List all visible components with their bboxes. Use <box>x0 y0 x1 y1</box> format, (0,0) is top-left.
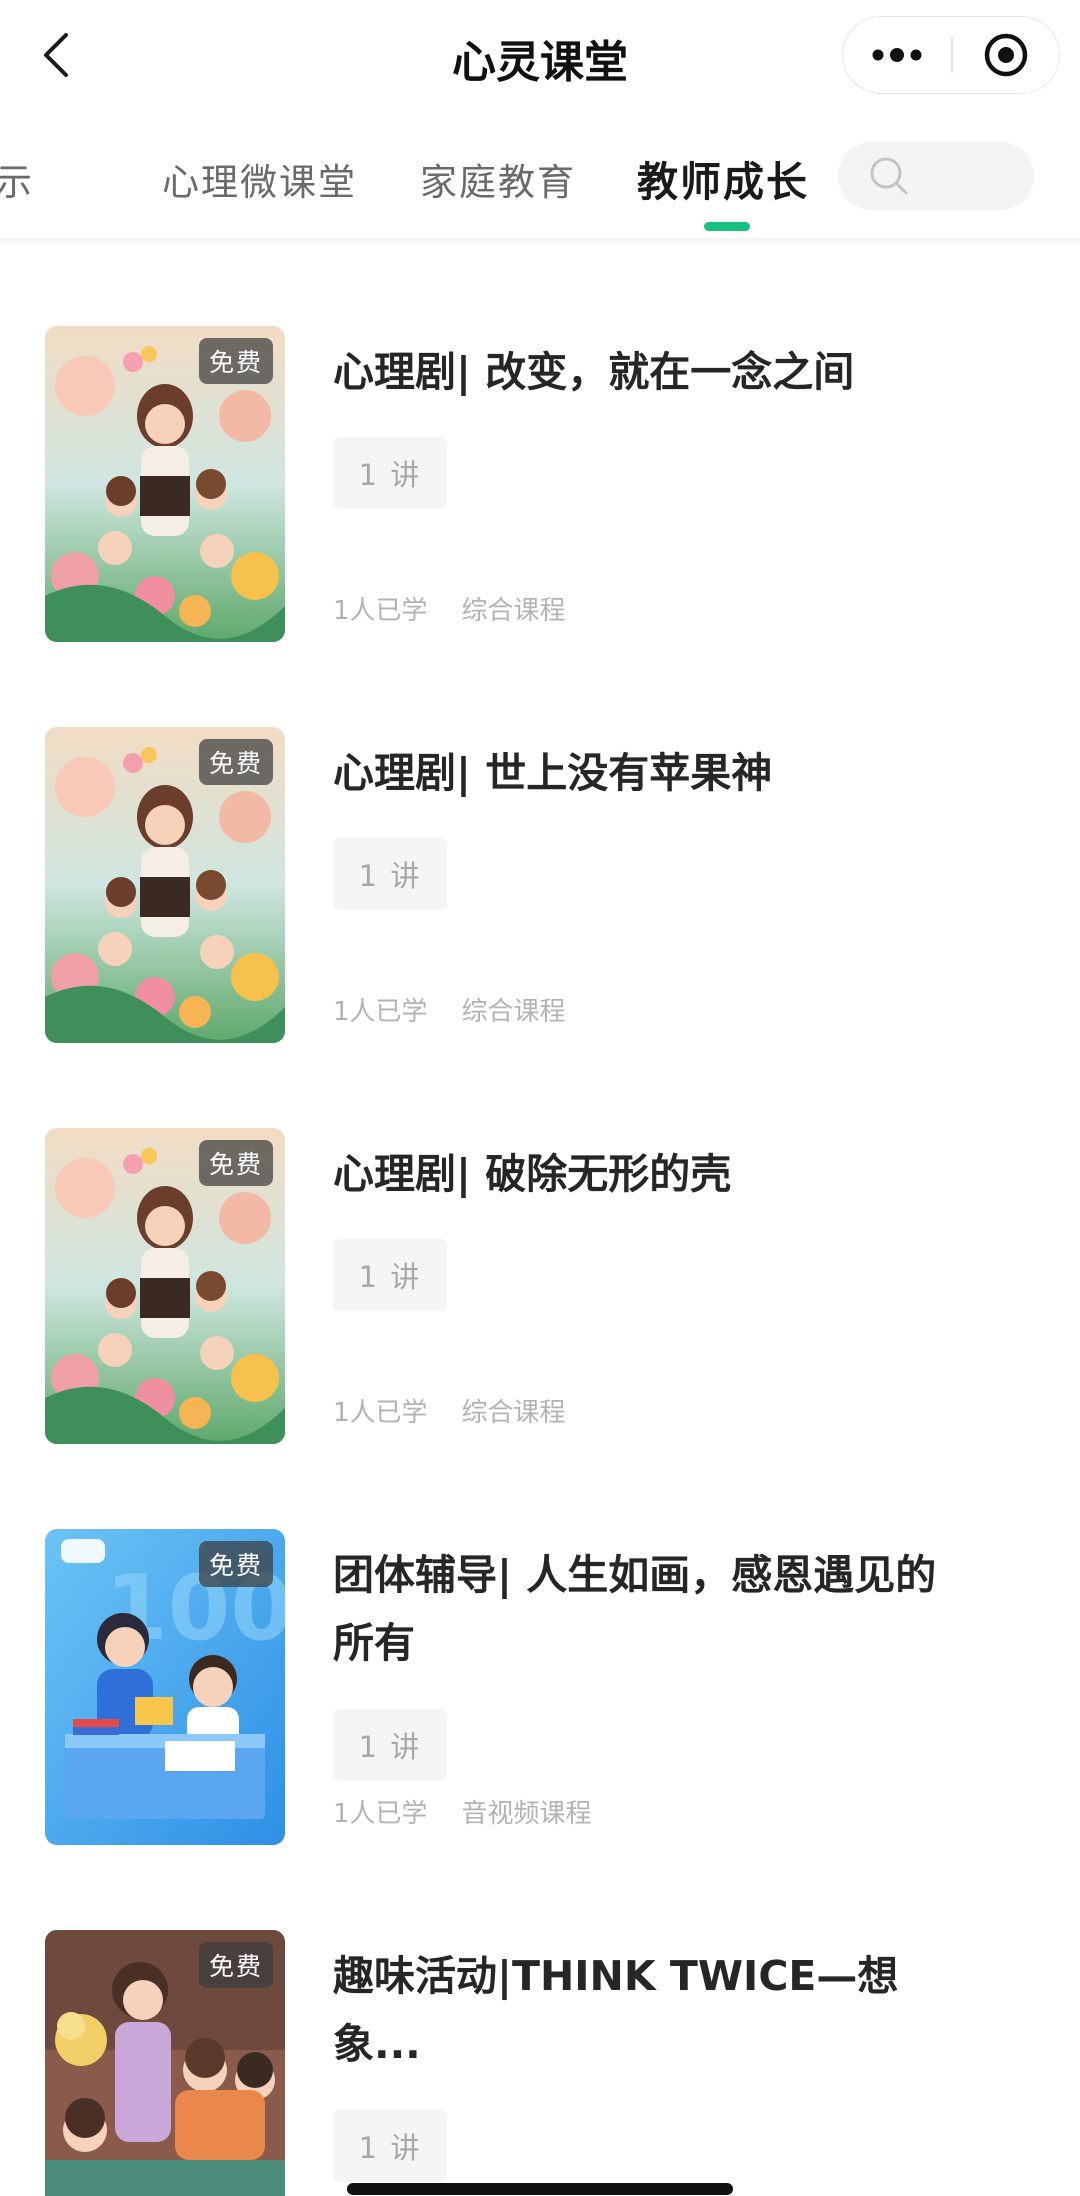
course-item[interactable]: 免费 心理剧| 破除无形的壳 1 讲 1人已学 综合课程 <box>0 1128 1080 1448</box>
learner-count: 1人已学 <box>333 596 428 626</box>
course-category: 音视频课程 <box>461 1799 592 1829</box>
close-button[interactable] <box>953 17 1059 93</box>
course-category: 综合课程 <box>461 997 566 1027</box>
learner-count: 1人已学 <box>333 1799 428 1829</box>
course-item[interactable]: 免费 趣味活动|THINK TWICE—想象... 1 讲 <box>0 1930 1080 2196</box>
course-category: 综合课程 <box>461 596 566 626</box>
learner-count: 1人已学 <box>333 1398 428 1428</box>
search-icon <box>870 157 908 195</box>
search-button[interactable] <box>838 142 1034 210</box>
target-close-icon <box>984 33 1028 77</box>
lecture-count: 1 讲 <box>333 437 447 509</box>
tab-psych-microclass[interactable]: 心理微课堂 <box>162 152 357 206</box>
free-badge: 免费 <box>198 1140 273 1186</box>
learner-count: 1人已学 <box>333 997 428 1027</box>
active-tab-indicator <box>704 222 750 231</box>
course-cover: 免费 <box>45 1128 285 1444</box>
course-meta: 1人已学 音视频课程 <box>333 1793 592 1830</box>
course-title[interactable]: 心理剧| 破除无形的壳 <box>333 1140 973 1208</box>
course-item[interactable]: 免费 心理剧| 改变，就在一念之间 1 讲 1人已学 综合课程 <box>0 326 1080 646</box>
free-badge: 免费 <box>198 338 273 384</box>
course-cover: 免费 <box>45 727 285 1043</box>
home-indicator[interactable] <box>347 2183 733 2195</box>
course-cover: 100 免费 <box>45 1529 285 1845</box>
free-badge: 免费 <box>198 739 273 785</box>
tab-display[interactable]: 展示 <box>0 152 34 206</box>
course-item[interactable]: 免费 心理剧| 世上没有苹果神 1 讲 1人已学 综合课程 <box>0 727 1080 1047</box>
more-button[interactable] <box>843 17 951 93</box>
lecture-count: 1 讲 <box>333 2110 447 2182</box>
tabs-divider <box>0 238 1080 246</box>
course-title[interactable]: 团体辅导| 人生如画，感恩遇见的所有 <box>333 1541 973 1677</box>
lecture-count: 1 讲 <box>333 1709 447 1781</box>
course-meta: 1人已学 综合课程 <box>333 1392 566 1429</box>
more-dots-icon <box>872 48 922 62</box>
course-cover: 免费 <box>45 326 285 642</box>
course-item[interactable]: 100 免费 团体辅导| 人生如画，感恩遇见的所有 1 讲 1人已学 音视频课程 <box>0 1529 1080 1849</box>
mini-program-capsule <box>842 16 1060 94</box>
course-meta: 1人已学 综合课程 <box>333 991 566 1028</box>
free-badge: 免费 <box>198 1541 273 1587</box>
free-badge: 免费 <box>198 1942 273 1988</box>
lecture-count: 1 讲 <box>333 838 447 910</box>
course-title[interactable]: 心理剧| 世上没有苹果神 <box>333 739 973 807</box>
course-title[interactable]: 心理剧| 改变，就在一念之间 <box>333 338 973 406</box>
nav-bar: 心灵课堂 <box>0 0 1080 112</box>
lecture-count: 1 讲 <box>333 1239 447 1311</box>
tab-family-education[interactable]: 家庭教育 <box>420 152 576 206</box>
course-meta: 1人已学 综合课程 <box>333 590 566 627</box>
course-title[interactable]: 趣味活动|THINK TWICE—想象... <box>333 1942 973 2078</box>
course-cover: 免费 <box>45 1930 285 2196</box>
tab-teacher-growth[interactable]: 教师成长 <box>637 148 809 208</box>
course-category: 综合课程 <box>461 1398 566 1428</box>
